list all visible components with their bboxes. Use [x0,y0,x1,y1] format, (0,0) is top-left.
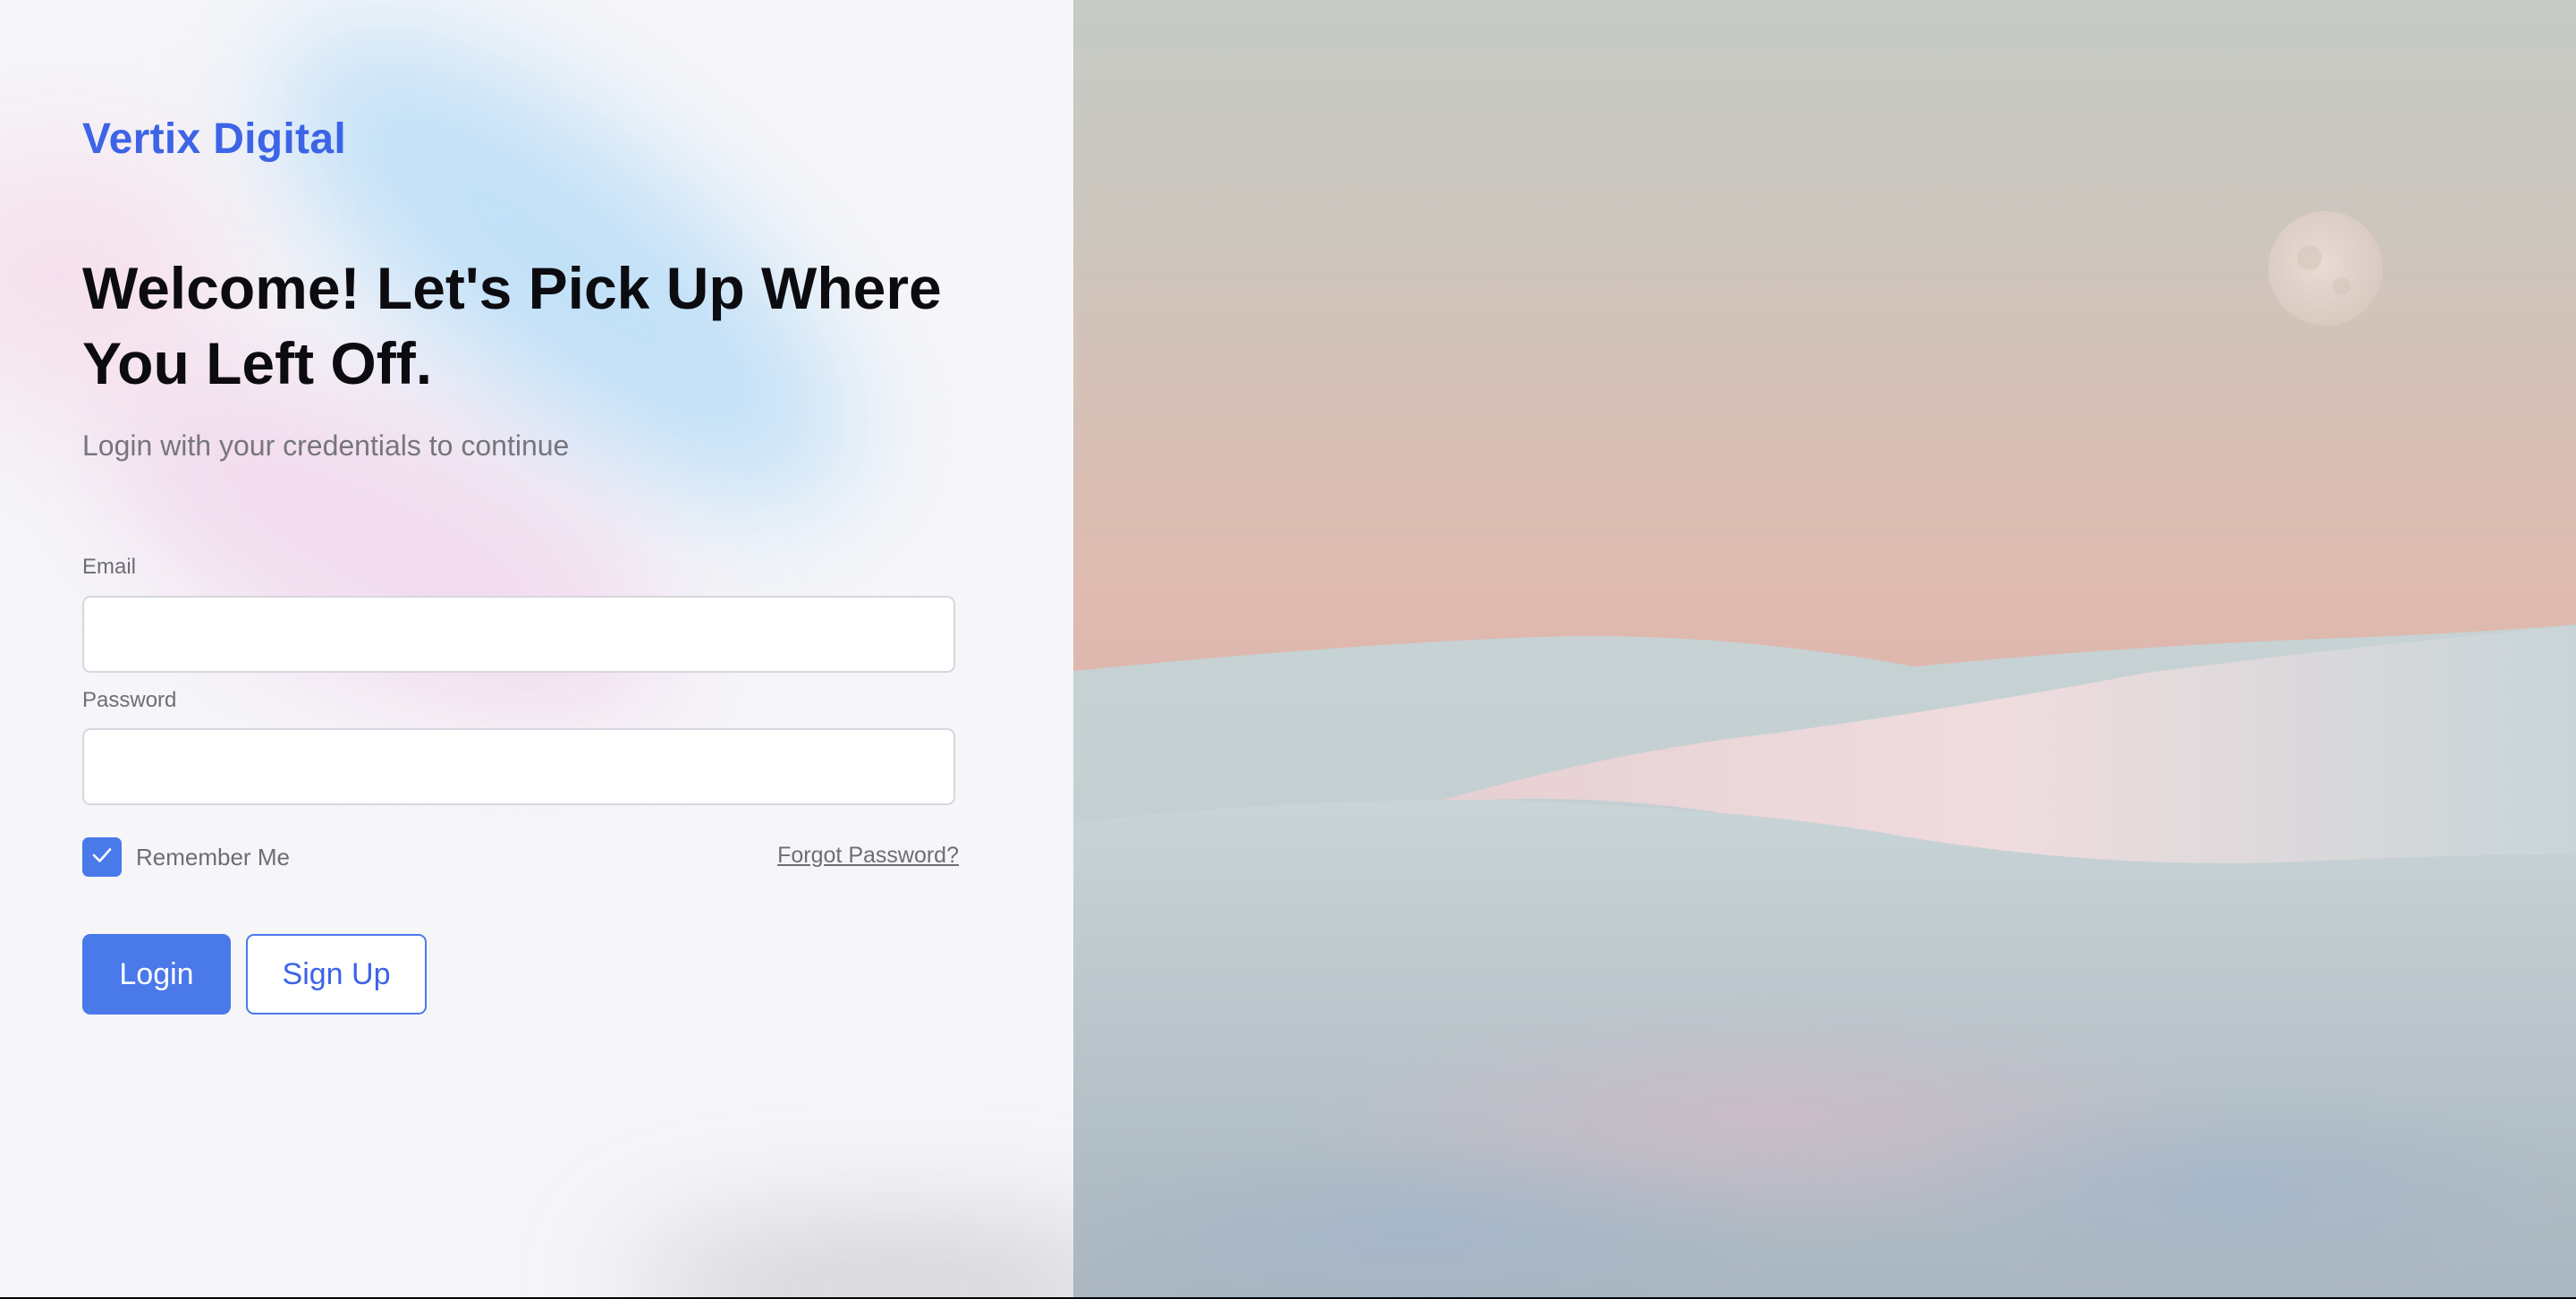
forgot-password-link[interactable]: Forgot Password? [777,843,959,869]
signup-button[interactable]: Sign Up [246,934,427,1015]
page-title: Welcome! Let's Pick Up Where You Left Of… [82,255,942,396]
login-panel: Vertix Digital Welcome! Let's Pick Up Wh… [0,0,1073,1297]
remember-me-label: Remember Me [136,843,290,870]
brand-logo-text: Vertix Digital [82,115,346,163]
login-page: Vertix Digital Welcome! Let's Pick Up Wh… [0,0,2576,1299]
email-field[interactable] [82,596,955,673]
email-label: Email [82,555,137,579]
desert-dunes-moon-image [1073,0,2576,1297]
hero-image [1073,0,2576,1297]
page-subtitle: Login with your credentials to continue [82,429,570,462]
checkbox-box[interactable] [82,837,122,877]
checkmark-icon [89,843,114,872]
password-field[interactable] [82,728,955,805]
login-button[interactable]: Login [82,934,231,1015]
password-label: Password [82,688,177,712]
background-shadow-bottom [626,1235,1073,1297]
remember-me-checkbox[interactable]: Remember Me [82,837,290,877]
